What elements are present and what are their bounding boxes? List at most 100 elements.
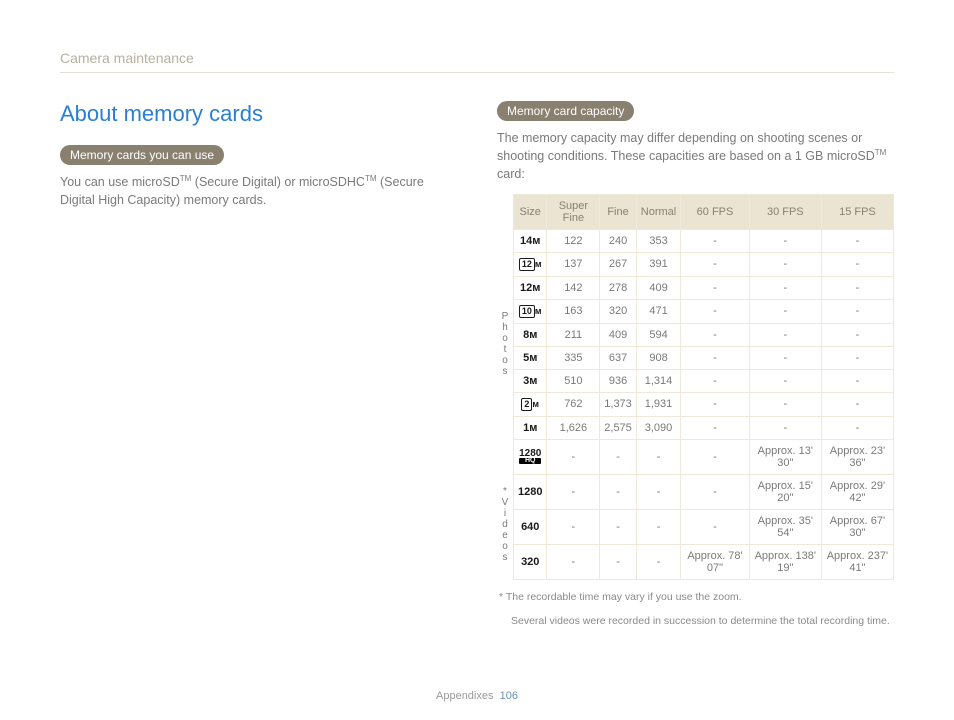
footer-label: Appendixes	[436, 690, 494, 702]
table-cell: 267	[600, 252, 637, 276]
table-cell: -	[821, 323, 893, 346]
size-cell: 1280HQ	[514, 439, 547, 474]
table-header: Normal	[636, 194, 680, 229]
section-title: About memory cards	[60, 101, 457, 127]
table-cell: -	[749, 392, 821, 416]
table-cell: 762	[547, 392, 600, 416]
table-cell: 2,575	[600, 416, 637, 439]
table-cell: 335	[547, 346, 600, 369]
photos-label: Photos	[497, 311, 513, 377]
table-cell: 594	[636, 323, 680, 346]
table-cell: -	[749, 323, 821, 346]
table-cell: Approx. 13' 30"	[749, 439, 821, 474]
table-header: 15 FPS	[821, 194, 893, 229]
table-row: 2ᴍ7621,3731,931---	[514, 392, 894, 416]
table-cell: -	[681, 416, 750, 439]
table-header: Size	[514, 194, 547, 229]
left-column: About memory cards Memory cards you can …	[60, 101, 457, 629]
table-cell: 240	[600, 229, 637, 252]
table-cell: -	[821, 252, 893, 276]
table-cell: -	[600, 474, 637, 509]
table-cell: -	[681, 509, 750, 544]
table-cell: -	[749, 229, 821, 252]
table-cell: -	[636, 474, 680, 509]
table-cell: -	[821, 299, 893, 323]
table-cell: 3,090	[636, 416, 680, 439]
table-row: 12ᴍ142278409---	[514, 276, 894, 299]
table-cell: Approx. 67' 30"	[821, 509, 893, 544]
table-cell: 1,931	[636, 392, 680, 416]
table-row: 3ᴍ5109361,314---	[514, 369, 894, 392]
table-cell: Approx. 23' 36"	[821, 439, 893, 474]
table-row: 12ᴍ137267391---	[514, 252, 894, 276]
page-footer: Appendixes 106	[0, 690, 954, 702]
footnote-1: * The recordable time may vary if you us…	[497, 590, 894, 605]
table-cell: Approx. 78' 07"	[681, 544, 750, 579]
page-number: 106	[500, 690, 518, 702]
table-cell: 391	[636, 252, 680, 276]
table-cell: -	[600, 439, 637, 474]
table-header: Fine	[600, 194, 637, 229]
size-cell: 12ᴍ	[514, 276, 547, 299]
table-row: 1ᴍ1,6262,5753,090---	[514, 416, 894, 439]
text: The memory capacity may differ depending…	[497, 131, 875, 163]
table-cell: 137	[547, 252, 600, 276]
table-cell: 637	[600, 346, 637, 369]
table-cell: 142	[547, 276, 600, 299]
table-cell: -	[681, 323, 750, 346]
size-cell: 3ᴍ	[514, 369, 547, 392]
row-group-labels: Photos *Videos	[497, 194, 513, 580]
videos-label: *Videos	[497, 486, 513, 563]
pill-memory-card-capacity: Memory card capacity	[497, 101, 634, 121]
table-cell: 122	[547, 229, 600, 252]
table-header: 60 FPS	[681, 194, 750, 229]
text: You can use microSD	[60, 175, 180, 189]
table-cell: -	[681, 346, 750, 369]
table-row: 640----Approx. 35' 54"Approx. 67' 30"	[514, 509, 894, 544]
breadcrumb: Camera maintenance	[60, 50, 894, 73]
table-cell: -	[681, 252, 750, 276]
size-cell: 320	[514, 544, 547, 579]
table-cell: -	[600, 544, 637, 579]
pill-memory-cards-you-can-use: Memory cards you can use	[60, 145, 224, 165]
table-cell: Approx. 138' 19"	[749, 544, 821, 579]
table-cell: 471	[636, 299, 680, 323]
size-cell: 10ᴍ	[514, 299, 547, 323]
table-row: 14ᴍ122240353---	[514, 229, 894, 252]
table-cell: 409	[600, 323, 637, 346]
table-cell: 1,314	[636, 369, 680, 392]
size-cell: 14ᴍ	[514, 229, 547, 252]
table-cell: Approx. 35' 54"	[749, 509, 821, 544]
right-body-text: The memory capacity may differ depending…	[497, 129, 894, 184]
table-cell: -	[681, 474, 750, 509]
table-row: 10ᴍ163320471---	[514, 299, 894, 323]
tm: TM	[875, 148, 887, 157]
table-cell: Approx. 237' 41"	[821, 544, 893, 579]
table-cell: -	[749, 346, 821, 369]
table-cell: -	[681, 276, 750, 299]
table-cell: -	[547, 474, 600, 509]
table-cell: 409	[636, 276, 680, 299]
table-cell: 936	[600, 369, 637, 392]
table-cell: -	[821, 416, 893, 439]
text: card:	[497, 167, 525, 181]
size-cell: 1ᴍ	[514, 416, 547, 439]
table-cell: -	[547, 509, 600, 544]
tm: TM	[180, 174, 192, 183]
table-cell: 320	[600, 299, 637, 323]
size-cell: 2ᴍ	[514, 392, 547, 416]
table-cell: -	[547, 544, 600, 579]
table-cell: -	[749, 416, 821, 439]
table-cell: -	[681, 439, 750, 474]
table-cell: 1,373	[600, 392, 637, 416]
capacity-table: SizeSuper FineFineNormal60 FPS30 FPS15 F…	[513, 194, 894, 580]
table-row: 8ᴍ211409594---	[514, 323, 894, 346]
left-body-text: You can use microSDTM (Secure Digital) o…	[60, 173, 457, 209]
table-cell: -	[681, 229, 750, 252]
table-header: Super Fine	[547, 194, 600, 229]
table-header: 30 FPS	[749, 194, 821, 229]
table-cell: -	[681, 392, 750, 416]
size-cell: 1280	[514, 474, 547, 509]
table-cell: -	[636, 439, 680, 474]
table-cell: 510	[547, 369, 600, 392]
